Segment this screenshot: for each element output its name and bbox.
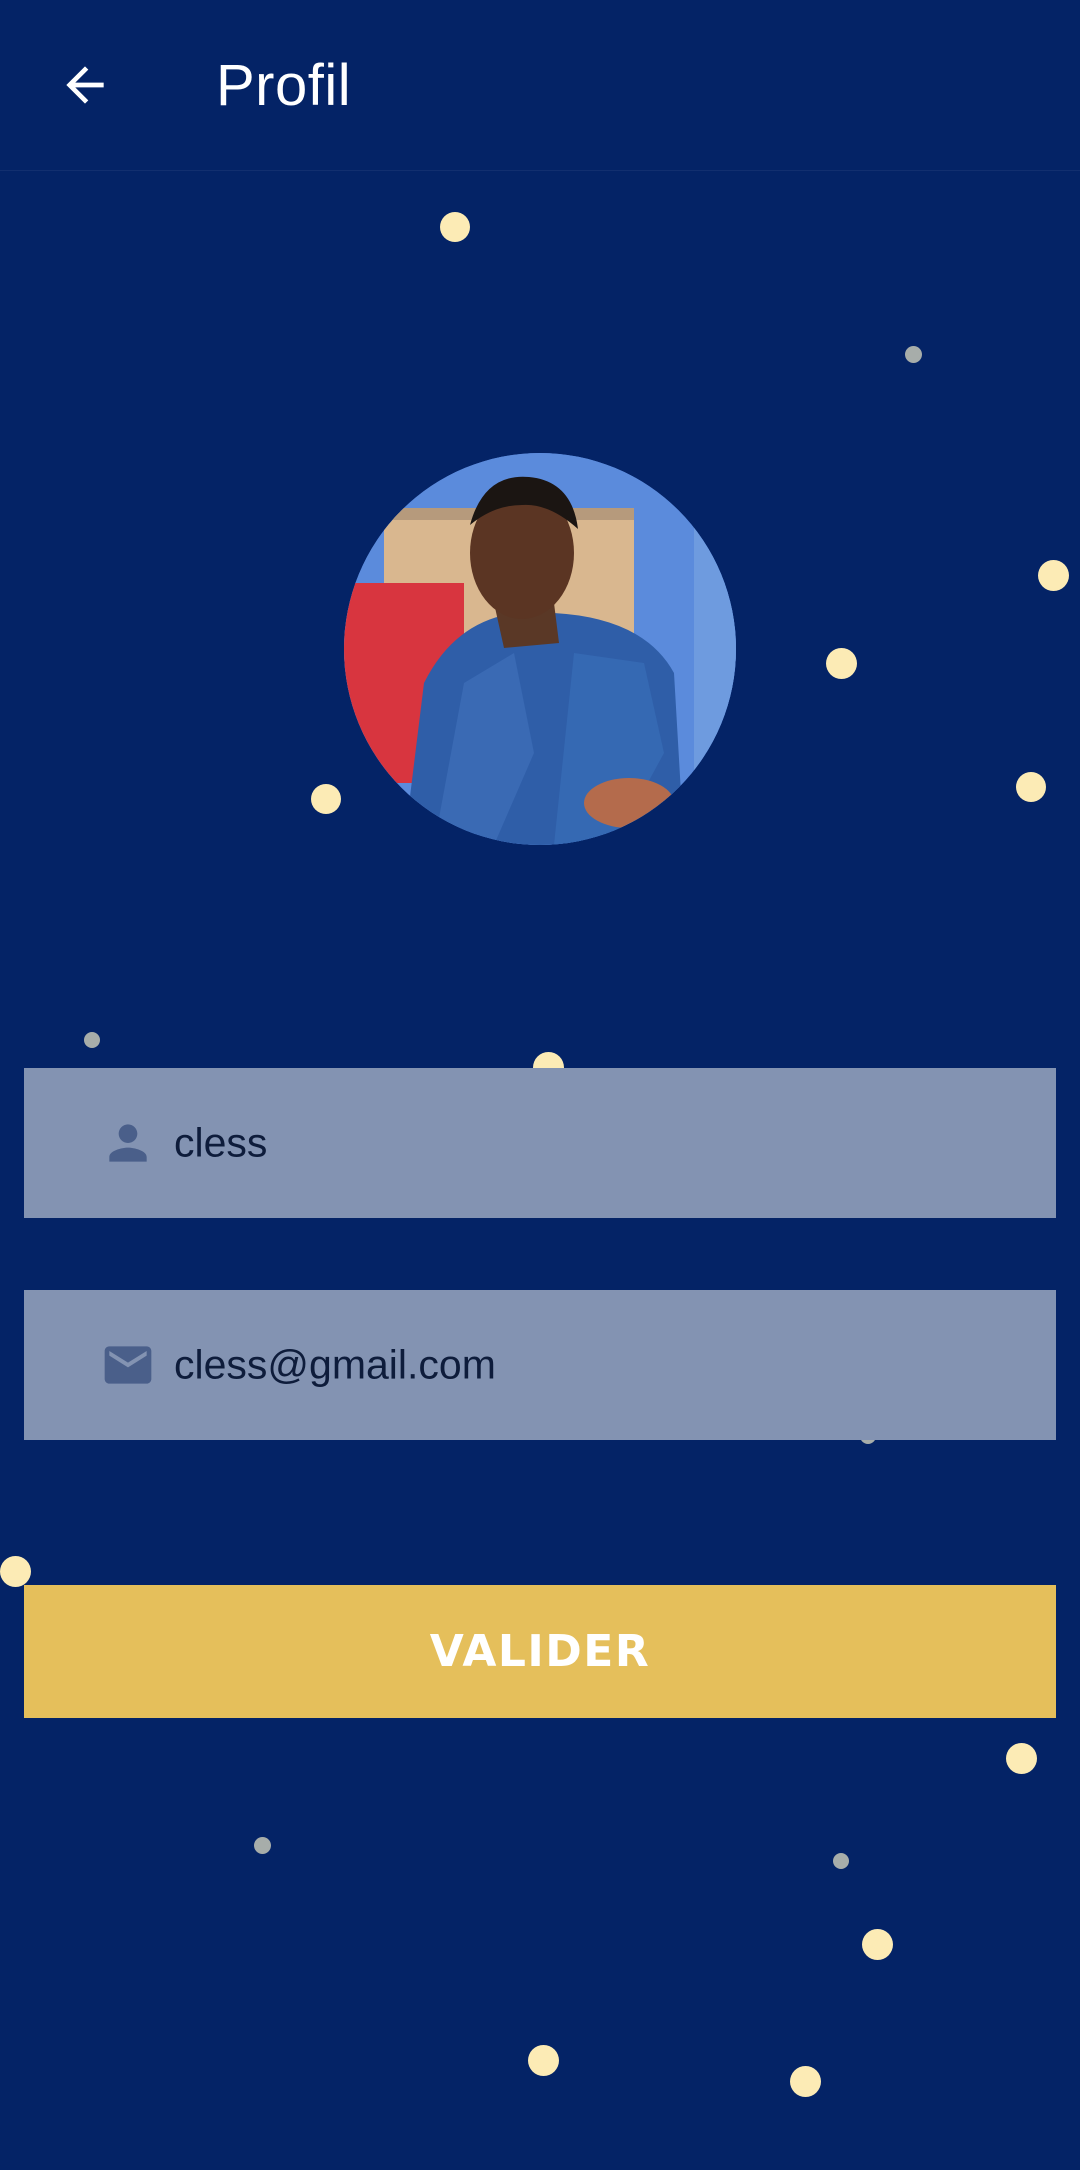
profile-photo xyxy=(344,453,736,845)
app-bar: Profil xyxy=(0,0,1080,171)
username-value: cless xyxy=(174,1119,268,1166)
email-value: cless@gmail.com xyxy=(174,1341,496,1388)
envelope-icon xyxy=(104,1346,152,1384)
person-icon xyxy=(109,1124,147,1162)
username-field[interactable]: cless xyxy=(24,1068,1056,1218)
back-button[interactable] xyxy=(40,45,130,125)
page-title: Profil xyxy=(216,53,352,118)
avatar[interactable] xyxy=(344,453,736,845)
arrow-left-icon xyxy=(66,66,104,104)
email-field[interactable]: cless@gmail.com xyxy=(24,1290,1056,1440)
validate-button-label: VALIDER xyxy=(429,1626,651,1677)
validate-button[interactable]: VALIDER xyxy=(24,1585,1056,1718)
